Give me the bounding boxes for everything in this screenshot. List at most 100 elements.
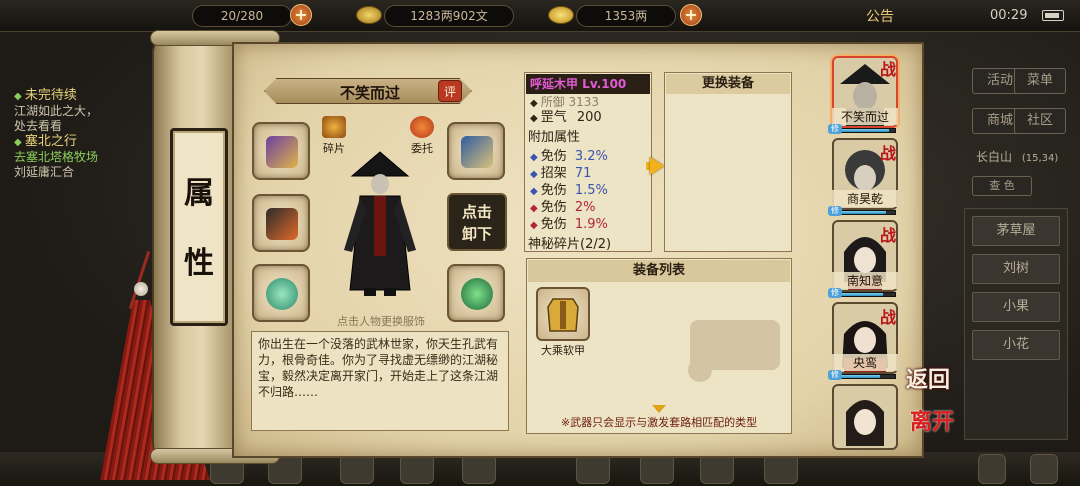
extra-stat-row: ◆ 免伤 1.9% xyxy=(530,213,608,232)
delegate-icon xyxy=(410,116,434,138)
hp-fill xyxy=(835,211,886,214)
location-list-item[interactable]: 刘树 xyxy=(972,254,1060,284)
quest-title: 未完待续 xyxy=(14,88,164,104)
bamboo-hat xyxy=(350,151,410,177)
equipment-list-title: 装备列表 xyxy=(528,260,790,282)
stat-value: 1.9% xyxy=(574,217,608,232)
party-member-name: 不笑而过 xyxy=(832,108,898,125)
hp-bar xyxy=(834,292,896,297)
quest-text: 处去看看 xyxy=(14,119,63,133)
quest-text: 江湖如此之大， xyxy=(14,104,99,118)
arrow-right-icon xyxy=(650,157,664,175)
left-boot xyxy=(364,288,376,296)
hp-bar xyxy=(834,374,896,379)
belt-icon xyxy=(461,136,493,168)
jade-ring-icon xyxy=(266,278,298,310)
quest-title: 塞北之行 xyxy=(14,134,164,150)
location-list-item[interactable]: 茅草屋 xyxy=(972,216,1060,246)
character-figure[interactable] xyxy=(330,150,430,300)
location-list-item[interactable]: 小果 xyxy=(972,292,1060,322)
bottom-menu-icon[interactable] xyxy=(640,454,674,484)
swap-equipment-panel[interactable] xyxy=(664,72,792,252)
bottom-menu-icon[interactable] xyxy=(1030,454,1058,484)
menu-button[interactable]: 菜单 xyxy=(1014,68,1066,94)
quest-text: 刘延庸汇合 xyxy=(14,165,75,179)
mystery-shards: 神秘碎片(2/2) xyxy=(528,237,612,252)
rate-button[interactable]: 评 xyxy=(438,80,462,102)
coin-icon xyxy=(356,6,382,24)
equip-slot-belt[interactable] xyxy=(447,122,505,180)
stat-label: 罡气 xyxy=(540,110,567,125)
battery-icon xyxy=(1042,10,1064,21)
right-boot xyxy=(384,288,396,296)
quest-text: 去塞北塔格牧场 xyxy=(14,150,99,164)
armor-icon xyxy=(547,298,579,332)
diamond-icon: ◆ xyxy=(530,113,538,124)
scroll-down-icon[interactable] xyxy=(652,405,666,413)
gold-counter: 1353两 xyxy=(576,5,676,27)
member-mark-icon: 修 xyxy=(828,370,842,380)
hp-fill xyxy=(835,293,883,296)
hp-bar xyxy=(834,210,896,215)
red-sash xyxy=(374,196,386,256)
weapon-filter-tip: ※武器只会显示与激发套路相匹配的类型 xyxy=(560,416,758,429)
equip-slot-gloves[interactable] xyxy=(252,122,310,180)
stat-value: 200 xyxy=(576,110,602,125)
party-member-name: 商昊乾 xyxy=(832,190,898,207)
hero-head xyxy=(371,174,389,194)
tassel-bead xyxy=(134,282,148,296)
attribute-tab-char: 属 xyxy=(184,176,214,211)
location-list-item[interactable]: 小花 xyxy=(972,330,1060,360)
bottom-menu-icon[interactable] xyxy=(764,454,798,484)
top-resource-bar xyxy=(0,0,1080,32)
attribute-tab-char: 性 xyxy=(184,246,214,281)
weapon-icon xyxy=(266,208,298,240)
change-outfit-hint[interactable]: 点击人物更换服饰 xyxy=(316,313,446,329)
back-button[interactable]: 返回 xyxy=(906,362,950,394)
quest-tracker[interactable]: 未完待续 江湖如此之大， 处去看看 塞北之行 去塞北塔格牧场 刘延庸汇合 xyxy=(14,88,164,180)
unequip-label: 卸下 xyxy=(461,225,492,243)
equipment-list-item-name: 大乘软甲 xyxy=(541,344,585,357)
member-mark-icon: 修 xyxy=(828,206,842,216)
bottom-menu-icon[interactable] xyxy=(400,454,434,484)
community-button[interactable]: 社区 xyxy=(1014,108,1066,134)
equip-slot-amulet[interactable] xyxy=(447,264,505,322)
leave-button[interactable]: 离开 xyxy=(910,404,954,436)
equip-slot-weapon[interactable] xyxy=(252,194,310,252)
party-member-name: 央鸾 xyxy=(832,354,898,371)
bottom-menu-icon[interactable] xyxy=(700,454,734,484)
unequip-button[interactable]: 点击 卸下 xyxy=(447,193,507,251)
stat-row-qi: ◆ 罡气 200 xyxy=(530,106,602,125)
bottom-menu-icon[interactable] xyxy=(340,454,374,484)
scroll-watermark-icon xyxy=(688,320,780,382)
bottom-menu-icon[interactable] xyxy=(576,454,610,484)
swap-equipment-title: 更换装备 xyxy=(666,74,790,94)
character-bio: 你出生在一个没落的武林世家，你天生孔武有力，根骨奇佳。你为了寻找虚无缥缈的江湖秘… xyxy=(251,331,509,431)
bottom-menu-icon[interactable] xyxy=(462,454,496,484)
party-member-portrait[interactable] xyxy=(832,384,898,450)
member-mark-icon: 修 xyxy=(828,288,842,298)
notice-button[interactable]: 公告 xyxy=(866,6,894,26)
gold-ingot-icon xyxy=(548,6,574,24)
equipment-title: 呼延木甲 Lv.100 xyxy=(526,74,650,94)
add-stamina-button[interactable]: + xyxy=(290,4,312,26)
gloves-icon xyxy=(266,136,298,168)
equipment-list-item[interactable] xyxy=(536,287,590,341)
character-name: 不笑而过 xyxy=(339,84,400,102)
view-color-button[interactable]: 查 色 xyxy=(972,176,1032,196)
unequip-label: 点击 xyxy=(461,203,492,221)
jade-amulet-icon xyxy=(461,278,493,310)
portrait-art xyxy=(846,400,884,446)
location-name: 长白山 (15,34) xyxy=(976,148,1058,165)
battle-tag: 战 xyxy=(880,226,897,245)
equip-slot-ring[interactable] xyxy=(252,264,310,322)
member-mark-icon: 修 xyxy=(828,124,842,134)
attribute-tab-plate[interactable] xyxy=(170,128,228,326)
hp-fill xyxy=(835,129,889,132)
location-coords: (15,34) xyxy=(1021,153,1059,164)
battle-tag: 战 xyxy=(880,144,897,163)
clock: 00:29 xyxy=(990,8,1028,23)
add-gold-button[interactable]: + xyxy=(680,4,702,26)
diamond-icon: ◆ xyxy=(530,220,538,231)
bottom-menu-icon[interactable] xyxy=(978,454,1006,484)
